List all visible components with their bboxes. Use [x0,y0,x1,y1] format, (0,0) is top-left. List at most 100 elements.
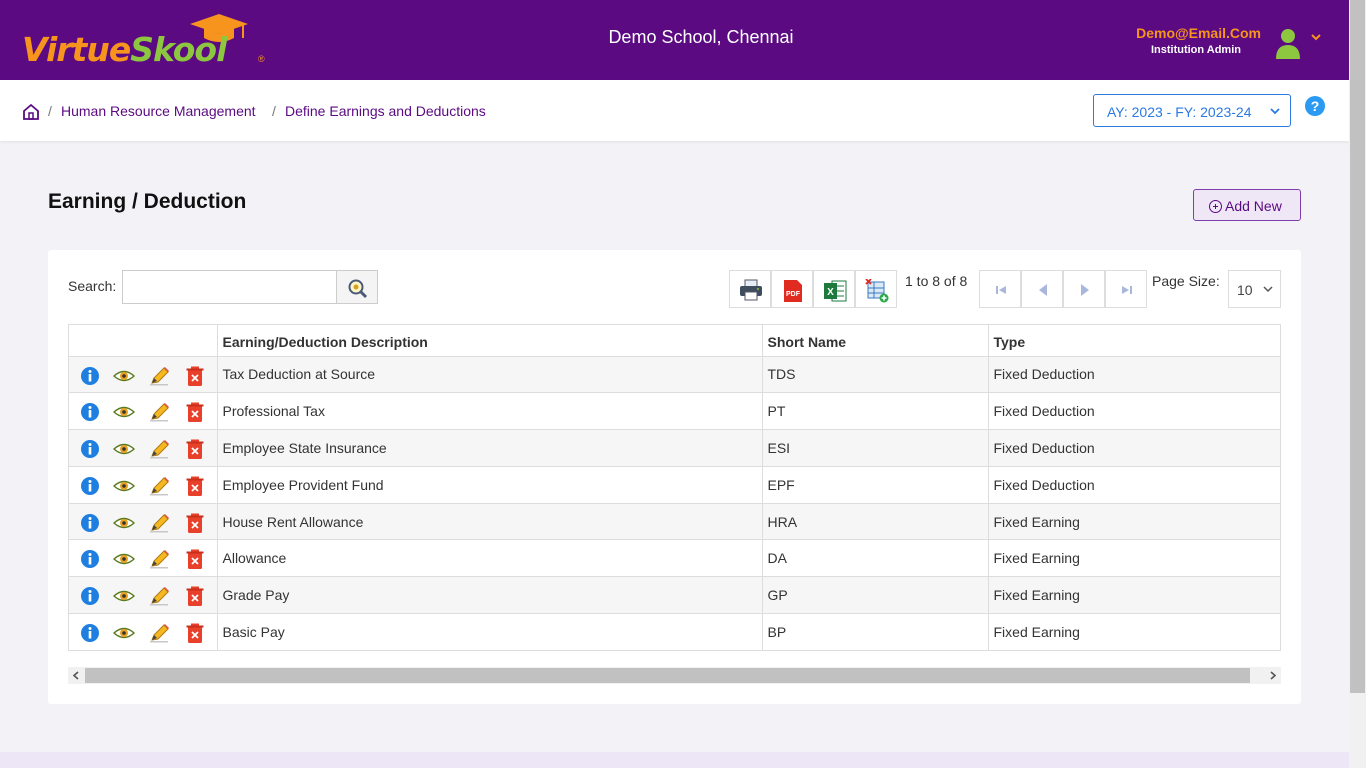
export-pdf-button[interactable]: PDF [771,270,813,308]
home-icon[interactable] [22,103,40,121]
chevron-down-icon [1270,108,1280,115]
table-row[interactable]: Basic Pay BP Fixed Earning [69,613,1280,650]
view-icon[interactable] [112,366,136,386]
printer-icon [740,279,762,301]
footer [0,752,1349,768]
breadcrumb-hr-management[interactable]: Human Resource Management [61,103,256,119]
grid-card: Search: PDF X 1 to 8 of 8 Page Size: 10 … [48,250,1301,704]
edit-icon[interactable] [149,366,169,386]
edit-icon[interactable] [149,549,169,569]
search-button[interactable] [336,270,378,304]
vertical-scrollbar-thumb[interactable] [1350,0,1365,693]
view-icon[interactable] [112,513,136,533]
row-actions [69,613,218,650]
table-row[interactable]: Employee Provident Fund EPF Fixed Deductio… [69,466,1280,504]
cell-type: Fixed Earning [988,613,1280,650]
cell-short-name: EPF [762,466,989,504]
horizontal-scrollbar-thumb[interactable] [85,668,1250,683]
breadcrumb: / Human Resource Management / Define Ear… [0,80,1349,141]
cell-short-name: BP [762,613,989,650]
delete-icon[interactable] [186,513,206,533]
edit-icon[interactable] [149,513,169,533]
clear-filter-button[interactable] [855,270,897,308]
view-icon[interactable] [112,402,136,422]
cell-description: Allowance [217,539,763,578]
view-icon[interactable] [112,586,136,606]
edit-icon[interactable] [149,623,169,643]
delete-icon[interactable] [186,402,206,423]
academic-year-value: AY: 2023 - FY: 2023-24 [1107,104,1252,120]
previous-page-button[interactable] [1021,270,1063,308]
delete-icon[interactable] [186,476,206,496]
view-icon[interactable] [112,476,136,496]
table-row[interactable]: Grade Pay GP Fixed Earning [69,576,1280,615]
info-icon[interactable] [80,439,100,459]
academic-year-select[interactable]: AY: 2023 - FY: 2023-24 [1093,94,1291,127]
search-input[interactable] [122,270,338,304]
view-icon[interactable] [112,549,136,569]
last-page-button[interactable] [1105,270,1147,308]
cell-description: Basic Pay [217,613,763,650]
info-icon[interactable] [80,366,100,386]
user-role: Institution Admin [1150,44,1241,56]
user-avatar-icon[interactable] [1274,27,1302,59]
delete-icon[interactable] [186,439,206,460]
cell-type: Fixed Deduction [988,392,1280,431]
first-page-icon [996,286,1006,294]
excel-icon: X [824,280,847,302]
table-row[interactable]: Employee State Insurance ESI Fixed Deducti… [69,429,1280,467]
data-table: Earning/Deduction Description Short Name… [68,324,1281,651]
column-header-type[interactable]: Type [988,325,1280,357]
breadcrumb-define-earnings[interactable]: Define Earnings and Deductions [285,103,486,119]
vertical-scrollbar[interactable] [1349,0,1366,768]
table-row[interactable]: Tax Deduction at Source TDS Fixed Deductio… [69,356,1280,394]
info-icon[interactable] [80,549,100,569]
svg-text:X: X [827,287,834,298]
info-icon[interactable] [80,586,100,606]
next-page-button[interactable] [1063,270,1105,308]
scroll-left-icon[interactable] [72,671,80,680]
first-page-button[interactable] [979,270,1021,308]
delete-icon[interactable] [186,366,206,386]
edit-icon[interactable] [149,402,169,422]
cell-type: Fixed Earning [988,503,1280,541]
help-button[interactable]: ? [1305,96,1325,116]
edit-icon[interactable] [149,476,169,496]
info-icon[interactable] [80,402,100,422]
delete-icon[interactable] [186,549,206,570]
page-size-select[interactable]: 10 [1228,270,1281,308]
delete-icon[interactable] [186,586,206,607]
cell-type: Fixed Earning [988,539,1280,578]
view-icon[interactable] [112,623,136,643]
view-icon[interactable] [112,439,136,459]
cell-short-name: HRA [762,503,989,541]
add-new-button[interactable]: Add New [1193,189,1301,221]
table-row[interactable]: Allowance DA Fixed Earning [69,539,1280,578]
info-icon[interactable] [80,513,100,533]
column-header-description[interactable]: Earning/Deduction Description [217,325,763,357]
info-icon[interactable] [80,476,100,496]
grid-add-icon [865,279,889,303]
cell-short-name: ESI [762,429,989,467]
delete-icon[interactable] [186,623,206,644]
edit-icon[interactable] [149,439,169,459]
cell-description: Professional Tax [217,392,763,431]
horizontal-scrollbar[interactable] [68,667,1281,684]
top-header: VirtueSkool ® Demo School, Chennai Demo@… [0,0,1349,80]
registered-mark: ® [258,54,265,64]
column-header-actions [69,325,218,357]
last-page-icon [1122,286,1132,294]
edit-icon[interactable] [149,586,169,606]
print-button[interactable] [729,270,771,308]
table-row[interactable]: House Rent Allowance HRA Fixed Earning [69,503,1280,541]
user-email[interactable]: Demo@Email.Com [1136,25,1261,41]
chevron-down-icon[interactable] [1309,30,1323,44]
row-actions [69,356,218,394]
next-page-icon [1081,284,1089,296]
info-icon[interactable] [80,623,100,643]
scroll-right-icon[interactable] [1269,671,1277,680]
column-header-short-name[interactable]: Short Name [762,325,989,357]
export-excel-button[interactable]: X [813,270,855,308]
table-row[interactable]: Professional Tax PT Fixed Deduction [69,392,1280,431]
cell-description: Grade Pay [217,576,763,615]
